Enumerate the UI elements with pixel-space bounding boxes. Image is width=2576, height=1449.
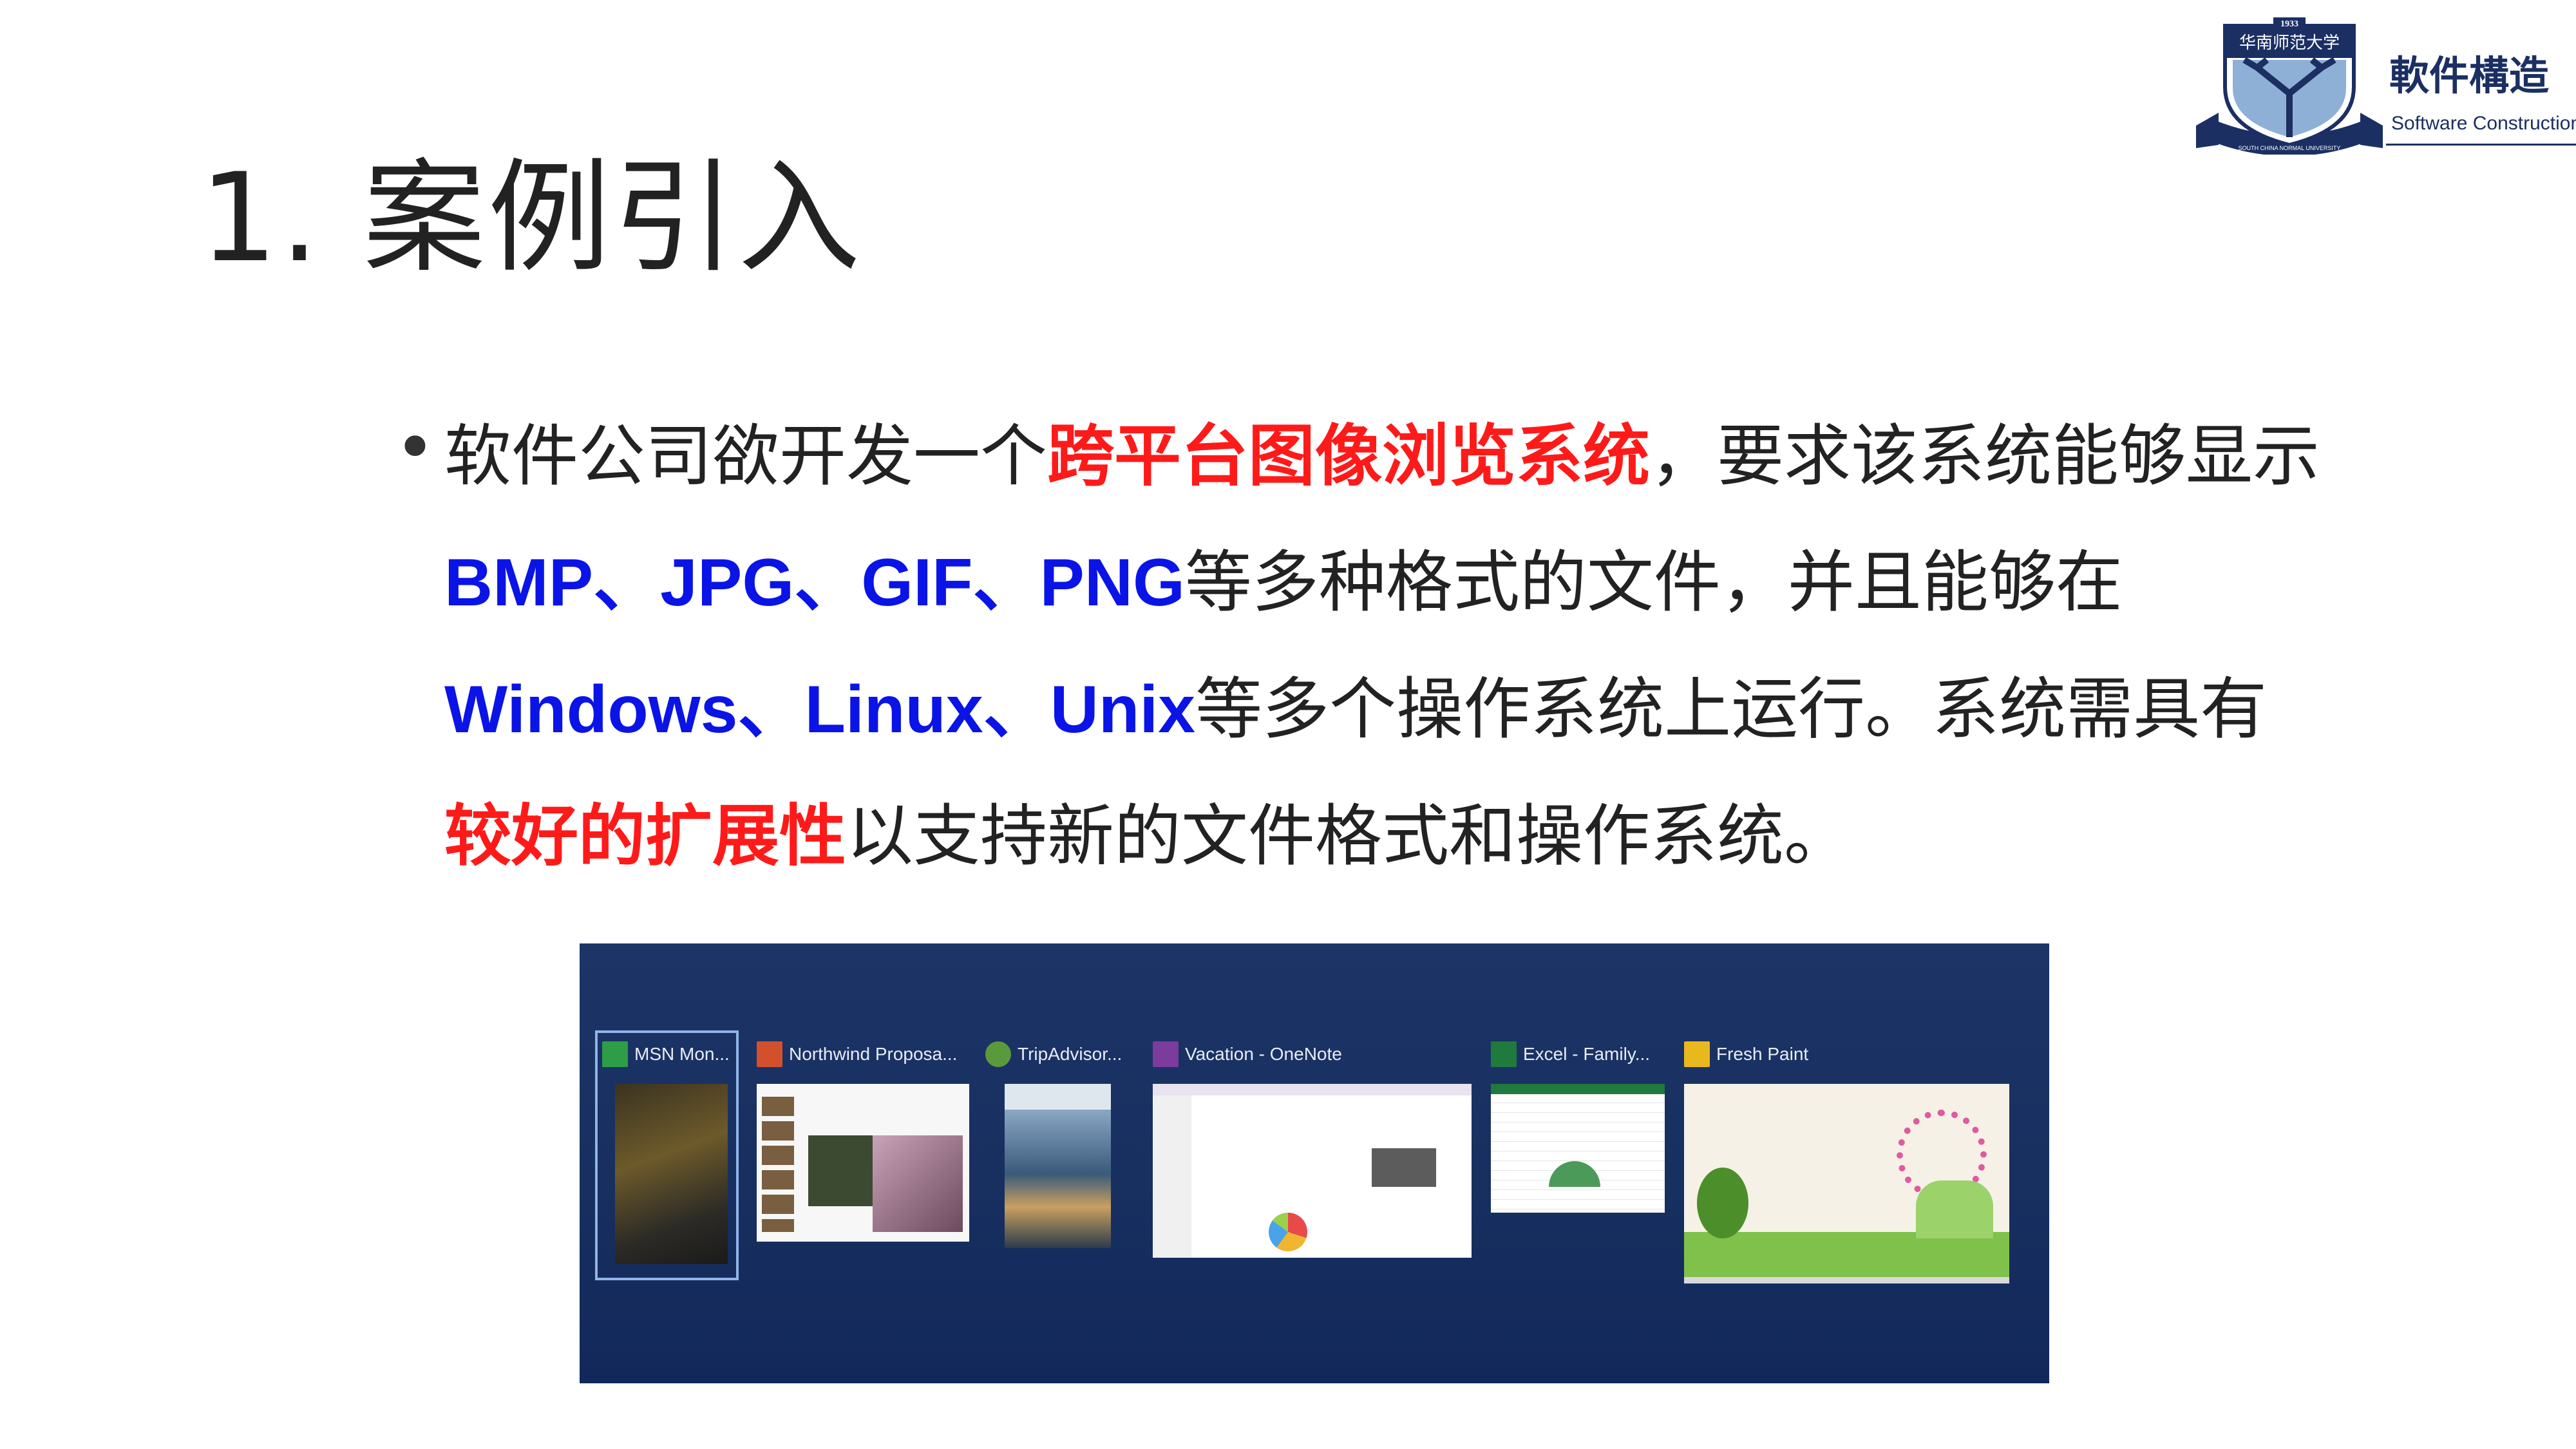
app-card-tripadvisor: TripAdvisor... <box>985 1039 1122 1251</box>
app-thumbnail <box>1491 1084 1665 1213</box>
text-segment: 等多种格式的文件，并且能够在 <box>1184 543 2123 621</box>
course-logo: 1933 华南师范大学 SOUTH CHINA NORMAL UNIVERSIT… <box>2193 16 2576 155</box>
text-segment: 软件公司欲开发一个 <box>444 417 1048 495</box>
app-thumbnail <box>1153 1084 1472 1258</box>
app-label: Vacation - OneNote <box>1185 1044 1342 1064</box>
slide: 1933 华南师范大学 SOUTH CHINA NORMAL UNIVERSIT… <box>0 0 2576 1449</box>
logo-course-cn: 軟件構造 <box>2389 52 2550 99</box>
app-label: Excel - Family... <box>1523 1044 1651 1064</box>
powerpoint-icon <box>757 1041 782 1067</box>
slide-title: 1. 案例引入 <box>200 147 863 289</box>
bullet-text: 软件公司欲开发一个跨平台图像浏览系统，要求该系统能够显示 BMP、JPG、GIF、… <box>444 393 2363 899</box>
onenote-icon <box>1153 1041 1179 1067</box>
highlight-red-segment: 较好的扩展性 <box>444 797 847 875</box>
highlight-red-segment: 跨平台图像浏览系统 <box>1047 417 1651 495</box>
text-segment: 等多个操作系统上运行。系统需具有 <box>1195 670 2268 748</box>
app-card-msn-money: MSN Mon... <box>602 1039 731 1277</box>
paint-icon <box>1684 1041 1710 1067</box>
app-card-excel: Excel - Family... <box>1491 1039 1671 1251</box>
highlight-blue-segment: BMP、JPG、GIF、PNG <box>444 545 1185 620</box>
app-thumbnail <box>1684 1084 2009 1283</box>
app-label: MSN Mon... <box>634 1044 730 1064</box>
excel-icon <box>1491 1041 1517 1067</box>
chart-icon <box>602 1041 628 1067</box>
app-label: Northwind Proposa... <box>789 1044 958 1064</box>
bullet-marker: • <box>394 406 436 489</box>
logo-year: 1933 <box>2280 19 2298 29</box>
app-thumbnail <box>757 1084 969 1242</box>
text-segment: ，要求该系统能够显示 <box>1650 417 2320 495</box>
app-label: Fresh Paint <box>1716 1044 1809 1064</box>
owl-icon <box>985 1041 1011 1067</box>
logo-university-en: SOUTH CHINA NORMAL UNIVERSITY <box>2239 145 2341 151</box>
app-thumbnail <box>615 1084 728 1264</box>
logo-university-name: 华南师范大学 <box>2239 33 2340 53</box>
highlight-blue-segment: Windows、Linux、Unix <box>444 672 1196 747</box>
app-card-northwind: Northwind Proposa... <box>757 1039 969 1251</box>
logo-rule <box>2386 144 2576 146</box>
text-segment: 以支持新的文件格式和操作系统。 <box>846 797 1852 875</box>
logo-course-en: Software Construction <box>2391 113 2576 134</box>
app-label: TripAdvisor... <box>1018 1044 1122 1064</box>
app-switcher-screenshot: MSN Mon... Northwind Proposa... TripAdvi… <box>580 943 2049 1383</box>
app-thumbnail <box>1005 1084 1111 1248</box>
university-emblem-icon: 1933 华南师范大学 SOUTH CHINA NORMAL UNIVERSIT… <box>2196 17 2383 155</box>
app-card-onenote: Vacation - OneNote <box>1153 1039 1475 1258</box>
app-card-fresh-paint: Fresh Paint <box>1684 1039 2019 1290</box>
